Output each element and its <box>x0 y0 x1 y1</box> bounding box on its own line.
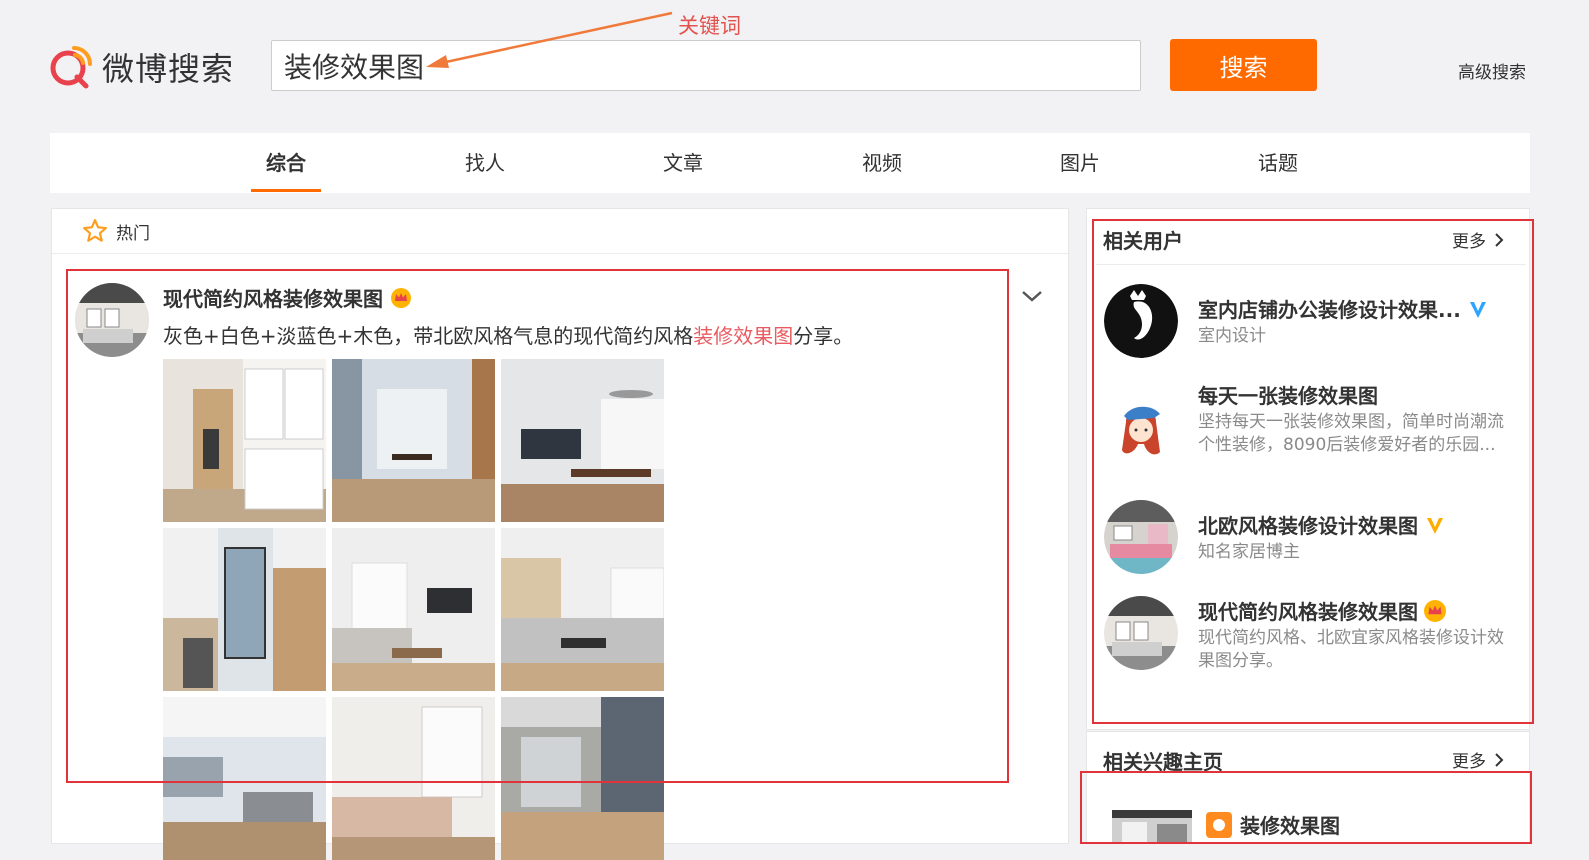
user-avatar[interactable] <box>1104 284 1178 358</box>
user-desc: 室内设计 <box>1198 326 1266 346</box>
tab-people[interactable]: 找人 <box>465 133 505 193</box>
verified-yellow-icon <box>1427 517 1443 534</box>
user-name[interactable]: 北欧风格装修设计效果图 <box>1198 510 1446 539</box>
post-image[interactable] <box>332 697 495 860</box>
post-image[interactable] <box>501 528 664 691</box>
user-desc: 坚持每天一张装修效果图，简单时尚潮流个性装修，8090后装修爱好者的乐园... <box>1198 412 1504 455</box>
user-name-text: 每天一张装修效果图 <box>1198 384 1378 408</box>
active-tab-underline <box>251 189 321 192</box>
verified-blue-icon <box>1469 301 1486 318</box>
related-page-name: 装修效果图 <box>1240 814 1340 838</box>
related-users-more[interactable]: 更多 <box>1452 227 1508 252</box>
hot-section-header[interactable]: 热门 <box>82 217 150 245</box>
user-name-text: 现代简约风格装修效果图 <box>1198 600 1418 624</box>
crown-icon <box>1424 599 1446 622</box>
tab-comprehensive[interactable]: 综合 <box>266 133 306 193</box>
post-image[interactable] <box>163 528 326 691</box>
search-button[interactable]: 搜索 <box>1170 39 1317 91</box>
tab-topics[interactable]: 话题 <box>1258 133 1298 193</box>
post-author[interactable]: 现代简约风格装修效果图 <box>163 283 411 312</box>
post-avatar[interactable] <box>75 283 149 357</box>
tab-bar: 综合 找人 文章 视频 图片 话题 <box>50 133 1530 193</box>
crown-icon <box>391 287 411 308</box>
user-desc: 知名家居博主 <box>1198 542 1300 562</box>
divider <box>52 253 1068 254</box>
related-page-item[interactable]: 装修效果图 <box>1206 810 1340 839</box>
user-name[interactable]: 室内店铺办公装修设计效果... <box>1198 294 1489 323</box>
post-image[interactable] <box>501 697 664 860</box>
post-image[interactable] <box>163 697 326 860</box>
user-avatar[interactable] <box>1104 596 1178 670</box>
post-image[interactable] <box>332 359 495 522</box>
user-avatar[interactable] <box>1104 392 1178 466</box>
post-image-grid <box>163 359 665 860</box>
advanced-search-link[interactable]: 高级搜索 <box>1458 58 1526 83</box>
post-text: 灰色+白色+淡蓝色+木色，带北欧风格气息的现代简约风格装修效果图分享。 <box>163 320 853 349</box>
tab-articles[interactable]: 文章 <box>663 133 703 193</box>
chevron-right-icon <box>1495 752 1504 767</box>
divider <box>1096 264 1526 265</box>
post-image[interactable] <box>332 528 495 691</box>
more-label: 更多 <box>1452 752 1486 772</box>
user-name[interactable]: 现代简约风格装修效果图 <box>1198 596 1446 625</box>
post-text-before: 灰色+白色+淡蓝色+木色，带北欧风格气息的现代简约风格 <box>163 324 694 348</box>
star-icon <box>83 219 107 242</box>
post-text-after: 分享。 <box>793 324 854 348</box>
annotation-arrow <box>426 11 673 68</box>
post-image[interactable] <box>501 359 664 522</box>
related-pages-title: 相关兴趣主页 <box>1103 750 1223 774</box>
post-image[interactable] <box>163 359 326 522</box>
tab-videos[interactable]: 视频 <box>862 133 902 193</box>
user-name[interactable]: 每天一张装修效果图 <box>1198 380 1378 409</box>
related-page-thumbnail[interactable] <box>1112 810 1192 844</box>
chevron-right-icon <box>1495 232 1504 247</box>
related-pages-more[interactable]: 更多 <box>1452 747 1508 772</box>
user-desc: 现代简约风格、北欧宜家风格装修设计效果图分享。 <box>1198 628 1504 671</box>
more-label: 更多 <box>1452 232 1486 252</box>
related-users-title: 相关用户 <box>1103 229 1183 253</box>
annotation-keyword-label: 关键词 <box>678 14 741 38</box>
page-badge-icon <box>1206 811 1232 838</box>
chevron-down-icon[interactable] <box>1020 286 1044 306</box>
user-name-text: 北欧风格装修设计效果图 <box>1198 514 1418 538</box>
hot-label: 热门 <box>116 223 150 244</box>
tab-images[interactable]: 图片 <box>1060 133 1100 193</box>
post-author-name: 现代简约风格装修效果图 <box>163 287 383 311</box>
post-text-highlight[interactable]: 装修效果图 <box>693 324 793 348</box>
user-name-text: 室内店铺办公装修设计效果... <box>1198 298 1461 322</box>
user-avatar[interactable] <box>1104 500 1178 574</box>
